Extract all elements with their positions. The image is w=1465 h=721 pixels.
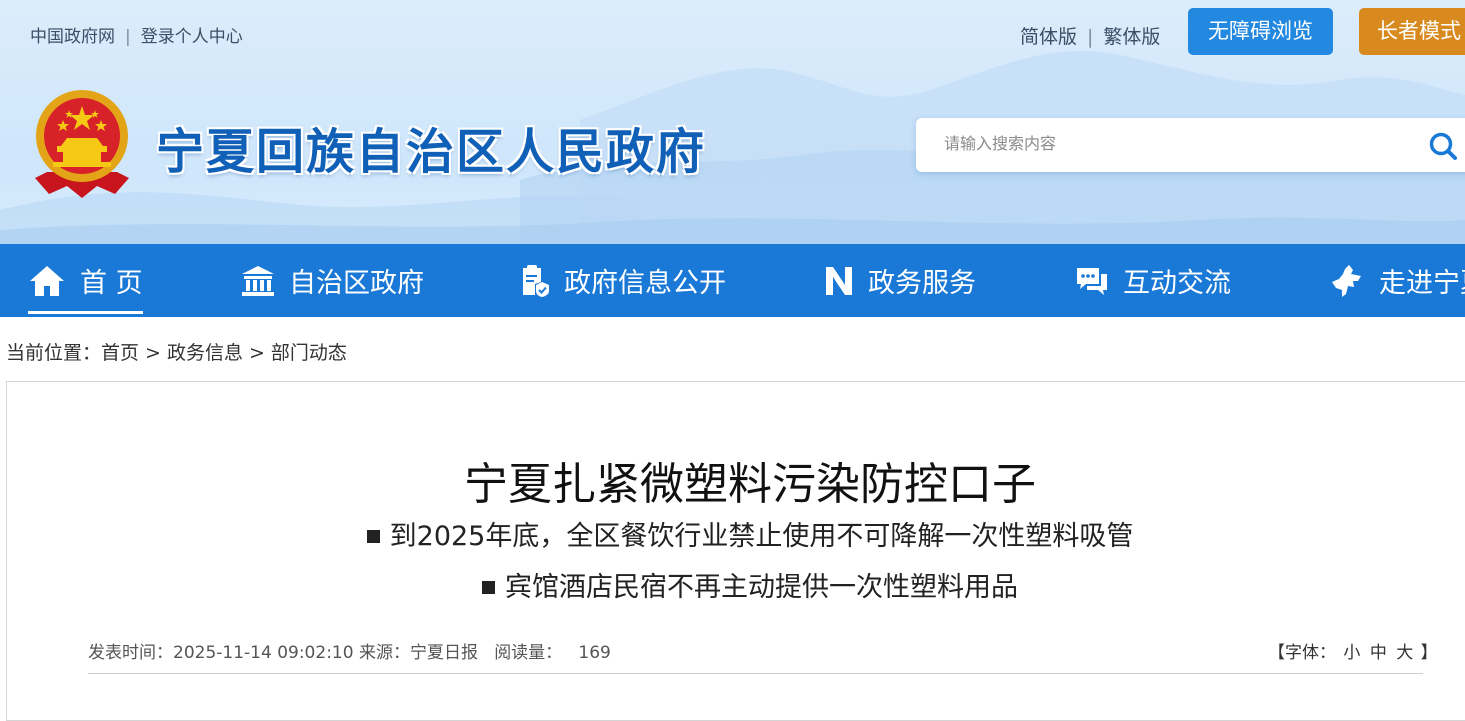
breadcrumb-separator: > xyxy=(145,342,161,364)
nav-home[interactable]: 首 页 xyxy=(28,244,143,317)
font-size-large[interactable]: 大 xyxy=(1396,643,1413,663)
nav-info-disclosure[interactable]: 政府信息公开 xyxy=(520,244,726,317)
elder-mode-button[interactable]: 长者模式 xyxy=(1359,8,1465,55)
nav-interaction[interactable]: 互动交流 xyxy=(1075,244,1231,317)
publish-time-label: 发表时间： xyxy=(88,643,173,663)
nav-services[interactable]: 政务服务 xyxy=(824,244,976,317)
article-title: 宁夏扎紧微塑料污染防控口子 xyxy=(464,459,1036,510)
home-icon xyxy=(30,265,64,296)
font-size-open: 【字体： xyxy=(1268,643,1336,663)
header-banner: 中国政府网 | 登录个人中心 简体版 | 繁体版 无障碍浏览 长者模式 宁夏回族自治区人… xyxy=(0,0,1465,244)
font-size-small[interactable]: 小 xyxy=(1343,643,1360,663)
traditional-link[interactable]: 繁体版 xyxy=(1103,26,1160,48)
square-bullet-icon xyxy=(366,530,380,543)
separator: | xyxy=(1087,26,1094,48)
read-count-label: 阅读量： xyxy=(494,643,563,663)
breadcrumb-home[interactable]: 首页 xyxy=(101,342,139,364)
search-icon[interactable] xyxy=(1428,131,1458,161)
n-logo-icon xyxy=(826,266,852,295)
breadcrumb-dept-news[interactable]: 部门动态 xyxy=(271,342,347,364)
accessible-browse-button[interactable]: 无障碍浏览 xyxy=(1188,8,1333,55)
subtitle-text: 到2025年底，全区餐饮行业禁止使用不可降解一次性塑料吸管 xyxy=(389,521,1134,552)
nav-about-ningxia[interactable]: 走进宁夏 xyxy=(1331,244,1465,317)
square-bullet-icon xyxy=(482,581,495,594)
breadcrumb-gov-info[interactable]: 政务信息 xyxy=(167,342,243,364)
site-title: 宁夏回族自治区人民政府 xyxy=(156,124,707,180)
font-size-close: 】 xyxy=(1420,643,1438,663)
breadcrumb-prefix: 当前位置： xyxy=(6,342,102,364)
article-subtitle-2: 宾馆酒店民宿不再主动提供一次性塑料用品 xyxy=(0,565,1465,604)
source-label: 来源： xyxy=(358,643,410,663)
national-emblem-icon xyxy=(35,90,129,198)
nav-label: 互动交流 xyxy=(1123,268,1231,299)
article-subtitle-1: 到2025年底，全区餐饮行业禁止使用不可降解一次性塑料吸管 xyxy=(0,514,1465,553)
nav-label: 政府信息公开 xyxy=(564,268,726,299)
government-building-icon xyxy=(242,265,274,296)
search-input[interactable] xyxy=(942,133,1406,154)
subtitle-text: 宾馆酒店民宿不再主动提供一次性塑料用品 xyxy=(505,572,1018,603)
search-box xyxy=(916,118,1465,172)
main-nav: 首 页 自治区政府 政府信息公开 政务服务 互动交流 走进宁 xyxy=(0,244,1465,317)
simplified-link[interactable]: 简体版 xyxy=(1020,26,1077,48)
nav-label: 政务服务 xyxy=(868,268,976,299)
divider xyxy=(88,673,1423,674)
top-links: 中国政府网 | 登录个人中心 xyxy=(30,22,243,47)
nav-label: 自治区政府 xyxy=(289,268,424,299)
breadcrumb: 当前位置：首页 > 政务信息 > 部门动态 xyxy=(6,338,347,365)
gov-portal-link[interactable]: 中国政府网 xyxy=(30,27,115,47)
separator: | xyxy=(125,27,131,47)
nav-government[interactable]: 自治区政府 xyxy=(241,244,424,317)
login-link[interactable]: 登录个人中心 xyxy=(141,27,243,47)
read-count: 169 xyxy=(578,643,611,663)
source-value: 宁夏日报 xyxy=(409,643,478,663)
chat-bubbles-icon xyxy=(1077,267,1107,295)
article-meta: 发表时间：2025-11-14 09:02:10 来源：宁夏日报 阅读量： 16… xyxy=(88,638,611,663)
breadcrumb-separator: > xyxy=(248,342,265,364)
font-size-medium[interactable]: 中 xyxy=(1370,643,1387,663)
nav-label: 走进宁夏 xyxy=(1379,268,1465,299)
font-size-switch: 【字体： 小 中 大 】 xyxy=(1268,638,1438,663)
version-switch: 简体版 | 繁体版 xyxy=(1020,22,1160,49)
publish-time: 2025-11-14 09:02:10 xyxy=(173,643,354,663)
nav-label: 首 页 xyxy=(80,268,143,299)
ningxia-map-icon xyxy=(1332,264,1361,297)
document-shield-icon xyxy=(523,264,549,297)
